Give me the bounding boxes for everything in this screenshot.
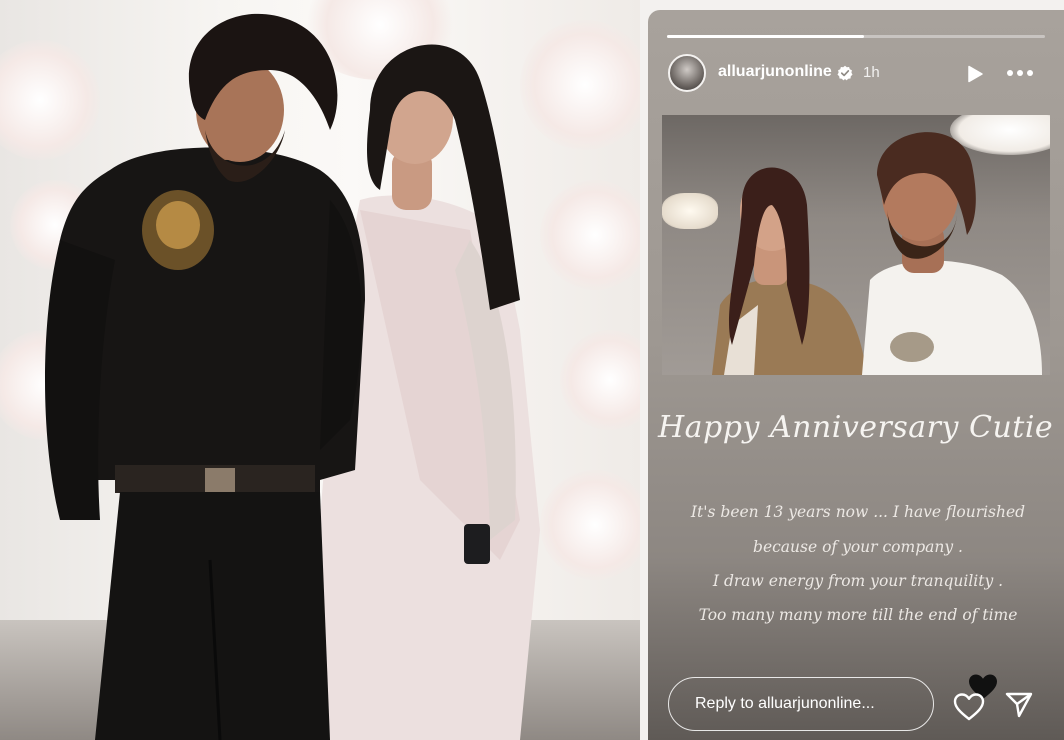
heart-outline-icon[interactable] xyxy=(953,692,985,722)
story-progress-fill xyxy=(667,35,864,38)
play-icon[interactable] xyxy=(966,65,984,83)
story-message-line: I draw energy from your tranquility . xyxy=(712,572,1004,590)
reply-input[interactable]: Reply to alluarjunonline... xyxy=(668,677,934,731)
story-progress-bar xyxy=(667,35,1045,38)
more-options-icon[interactable] xyxy=(1006,66,1034,80)
avatar[interactable] xyxy=(668,54,706,92)
story-greeting-text: Happy Anniversary Cutie xyxy=(658,410,1054,445)
story-message-line: because of your company . xyxy=(753,538,963,556)
verified-badge-icon xyxy=(837,65,853,81)
story-couple-photo xyxy=(662,115,1050,375)
story-message-line: It's been 13 years now ... I have flouri… xyxy=(690,503,1026,521)
story-timestamp: 1h xyxy=(863,64,880,81)
instagram-story[interactable]: alluarjunonline 1h Happy Anniversary Cut… xyxy=(648,10,1064,740)
couple-wedding-photo xyxy=(0,0,640,740)
story-username[interactable]: alluarjunonline xyxy=(718,63,832,81)
paper-plane-icon[interactable] xyxy=(1005,691,1033,719)
story-message-line: Too many many more till the end of time xyxy=(698,606,1018,624)
